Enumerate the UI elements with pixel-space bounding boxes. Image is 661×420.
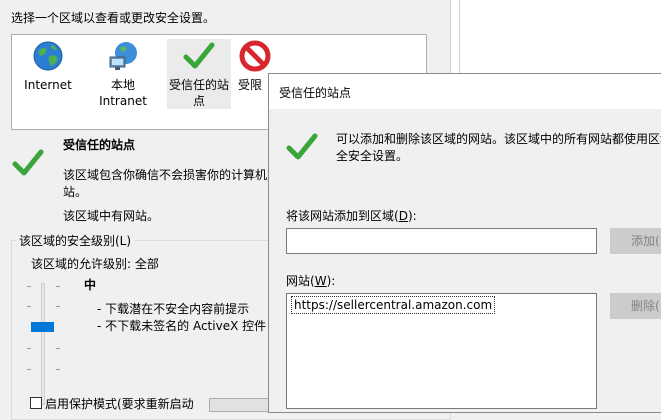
dialog-title: 受信任的站点 [279,86,352,100]
trusted-sites-check-icon [286,133,318,160]
list-item[interactable]: https://sellercentral.amazon.com [291,296,496,314]
slider-tick [56,369,60,370]
zone-internet[interactable]: Internet [18,39,78,93]
security-slider-thumb[interactable] [31,322,54,332]
sites-list[interactable]: https://sellercentral.amazon.com [286,293,597,409]
slider-tick [27,348,31,349]
add-site-input[interactable] [286,228,597,254]
panel-divider-inner [459,0,460,75]
slider-tick [27,306,31,307]
globe-icon [33,41,63,71]
sites-access-key: W [314,274,327,288]
zone-trusted-sites[interactable]: 受信任的站 点 [167,39,231,109]
security-level-bullet: - 下载潜在不安全内容前提示 [97,302,250,316]
trusted-sites-dialog: 受信任的站点 可以添加和删除该区域的网站。该区域中的所有网站都使用区域 全安全设… [268,73,661,413]
zone-label-line2: Intranet [99,94,147,108]
selected-zone-title: 受信任的站点 [63,138,136,152]
protected-mode-checkbox[interactable] [30,397,42,409]
zone-local-intranet[interactable]: 本地 Intranet [88,39,158,109]
trusted-sites-check-icon [12,149,44,176]
local-intranet-icon [109,42,137,70]
add-site-label-suffix: ): [407,209,417,223]
zone-label: 受限 [238,78,263,92]
dialog-info-line1: 可以添加和删除该区域的网站。该区域中的所有网站都使用区域 [336,132,661,146]
add-site-label-text: 将该网站添加到区域( [286,209,399,223]
zone-label: Internet [24,78,72,92]
sites-label-text: 网站( [286,274,315,288]
zone-label-line2: 点 [192,94,205,108]
restricted-sites-icon [239,40,271,72]
zone-restricted[interactable]: 受限 [238,39,272,93]
add-site-label: 将该网站添加到区域(D): [286,207,417,224]
zone-label-line1: 本地 [110,78,135,92]
slider-tick [56,348,60,349]
slider-tick [27,369,31,370]
slider-tick [27,286,31,287]
remove-button[interactable]: 删除( [610,293,661,319]
zone-instruction: 选择一个区域以查看或更改安全设置。 [11,11,216,25]
dialog-titlebar: 受信任的站点 [269,74,661,109]
sites-label-suffix: ): [326,274,336,288]
level-button-partial[interactable] [209,398,271,412]
security-level-legend: 该区域的安全级别(L) [16,232,135,249]
sites-label: 网站(W): [286,272,335,289]
add-button[interactable]: 添加( [610,228,661,254]
selected-zone-desc-line2: 站。 [63,185,88,199]
allowed-level-text: 该区域的允许级别: 全部 [31,257,159,271]
protected-mode-label: 启用保护模式(要求重新启动 [45,397,194,411]
dialog-info-line2: 全安全设置。 [336,149,409,163]
slider-tick [56,286,60,287]
security-level-bullet: - 不下载未签名的 ActiveX 控件 [97,319,267,333]
selected-zone-sites-note: 该区域中有网站。 [63,209,160,223]
trusted-sites-check-icon [183,42,215,69]
security-level-name: 中 [84,278,97,292]
security-slider-track[interactable] [41,283,45,405]
slider-tick [56,306,60,307]
add-site-access-key: D [398,209,408,223]
zone-label-line1: 受信任的站 [168,78,229,92]
selected-zone-desc-line1: 该区域包含你确信不会损害你的计算机或 [63,168,280,182]
